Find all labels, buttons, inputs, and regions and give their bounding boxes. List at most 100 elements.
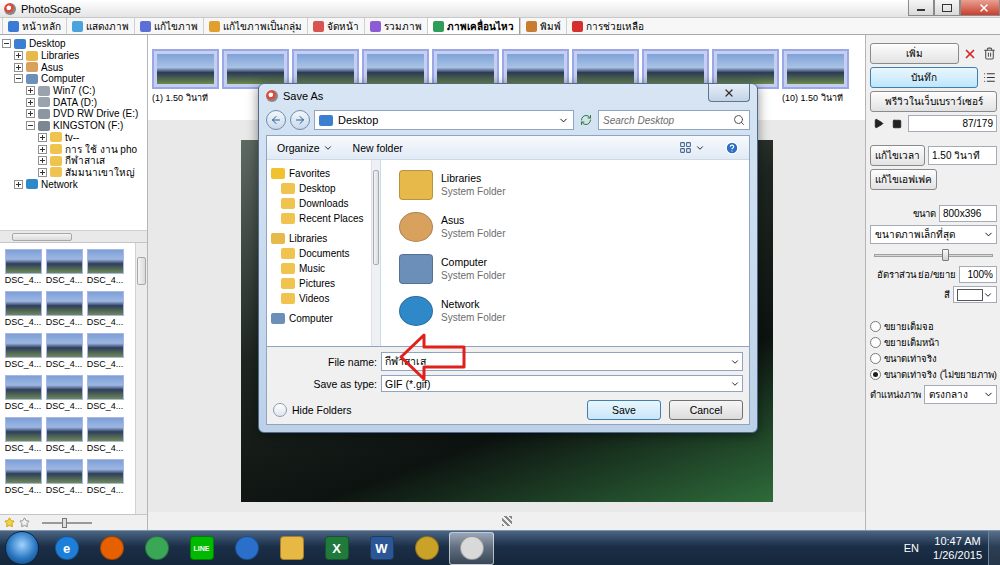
nav-header[interactable]: Computer <box>271 311 367 326</box>
nav-item[interactable]: Videos <box>271 291 367 306</box>
dialog-close-button[interactable] <box>708 84 750 102</box>
frame[interactable]: (10) 1.50 วินาที <box>782 49 849 120</box>
nav-item[interactable]: Pictures <box>271 276 367 291</box>
taskbar-app[interactable] <box>89 532 134 565</box>
tab[interactable]: ภาพเคลื่อนไหว <box>427 18 520 34</box>
start-button[interactable] <box>5 531 39 565</box>
thumbnail[interactable]: DSC_4... <box>45 249 83 286</box>
frame[interactable]: (1) 1.50 วินาที <box>152 49 219 120</box>
nav-item[interactable]: Documents <box>271 246 367 261</box>
search-field[interactable]: Search Desktop <box>598 110 750 130</box>
delete-button[interactable] <box>981 46 997 62</box>
tab[interactable]: แก้ไขภาพ <box>134 18 203 34</box>
thumbnail[interactable]: DSC_4... <box>45 417 83 454</box>
time-field[interactable]: 1.50 วินาที <box>928 146 997 165</box>
thumbnail[interactable]: DSC_4... <box>4 249 42 286</box>
position-select[interactable]: ตรงกลาง <box>924 385 997 404</box>
vertical-scrollbar[interactable] <box>135 243 147 514</box>
clock[interactable]: 10:47 AM1/26/2015 <box>933 534 982 562</box>
nav-scrollbar[interactable] <box>371 160 381 346</box>
expander-icon[interactable] <box>26 98 35 107</box>
expander-icon[interactable] <box>14 51 23 60</box>
tree-item[interactable]: tv-- <box>2 132 145 144</box>
color-picker[interactable] <box>953 286 997 303</box>
nav-item[interactable]: Music <box>271 261 367 276</box>
expander-icon[interactable] <box>26 121 35 130</box>
tree-item[interactable]: DVD RW Drive (E:) <box>2 108 145 120</box>
thumbnail[interactable]: DSC_4... <box>86 459 124 496</box>
grip-icon[interactable] <box>502 516 512 526</box>
add-button[interactable]: เพิ่ม <box>870 43 959 64</box>
tree-item[interactable]: Libraries <box>2 50 145 62</box>
thumbnail[interactable]: DSC_4... <box>86 417 124 454</box>
expander-icon[interactable] <box>26 86 35 95</box>
organize-menu[interactable]: Organize <box>277 142 333 154</box>
nav-header[interactable]: Favorites <box>271 166 367 181</box>
dialog-button[interactable]: Save <box>587 400 661 420</box>
scroll-thumb[interactable] <box>137 257 146 285</box>
expander-icon[interactable] <box>14 63 23 72</box>
tab[interactable]: การช่วยเหลือ <box>566 18 649 34</box>
tree-item[interactable]: DATA (D:) <box>2 96 145 108</box>
thumbnail[interactable]: DSC_4... <box>4 291 42 328</box>
size-mode-select[interactable]: ขนาดภาพเล็กที่สุด <box>870 225 997 244</box>
tree-item[interactable]: KINGSTON (F:) <box>2 120 145 132</box>
taskbar-app[interactable]: W <box>359 532 404 565</box>
taskbar-app[interactable]: LINE <box>179 532 224 565</box>
radio-option[interactable]: ขยายเต็มจอ <box>870 318 997 334</box>
thumbnail[interactable]: DSC_4... <box>45 333 83 370</box>
radio-option[interactable]: ขยายเต็มหน้า <box>870 334 997 350</box>
tree-item[interactable]: การ ใช้ งาน pho <box>2 143 145 155</box>
expander-icon[interactable] <box>26 109 35 118</box>
edit-effect-button[interactable]: แก้ไขเอฟเฟค <box>870 169 937 190</box>
language-indicator[interactable]: EN <box>904 542 919 554</box>
stop-button[interactable] <box>889 116 905 132</box>
expander-icon[interactable] <box>38 133 47 142</box>
tab[interactable]: แสดงภาพ <box>66 18 134 34</box>
tab[interactable]: หน้าหลัก <box>2 18 66 34</box>
taskbar-app[interactable] <box>404 532 449 565</box>
slider-knob[interactable] <box>62 518 67 528</box>
tree-item[interactable]: สัมมนาเขาใหญ่ <box>2 167 145 179</box>
address-bar[interactable]: Desktop <box>314 110 574 130</box>
thumbnail[interactable]: DSC_4... <box>45 459 83 496</box>
expander-icon[interactable] <box>2 39 11 48</box>
forward-button[interactable] <box>290 110 310 130</box>
scroll-thumb[interactable] <box>12 233 72 241</box>
tree-item[interactable]: Computer <box>2 73 145 85</box>
expander-icon[interactable] <box>38 156 47 165</box>
expander-icon[interactable] <box>14 74 23 83</box>
preview-browser-button[interactable]: พรีวิวในเว็บเบราว์เซอร์ <box>870 91 997 112</box>
scroll-thumb[interactable] <box>373 170 379 265</box>
tree-item[interactable]: กีฬาสาเส <box>2 155 145 167</box>
horizontal-scrollbar[interactable] <box>0 230 147 242</box>
radio-icon[interactable] <box>870 369 881 380</box>
thumbnail[interactable]: DSC_4... <box>45 291 83 328</box>
tab[interactable]: พิมพ์ <box>520 18 566 34</box>
thumbnail[interactable]: DSC_4... <box>86 375 124 412</box>
thumbnail[interactable]: DSC_4... <box>4 417 42 454</box>
nav-item[interactable]: Downloads <box>271 196 367 211</box>
expander-icon[interactable] <box>38 168 47 177</box>
tree-item[interactable]: Win7 (C:) <box>2 85 145 97</box>
maximize-icon[interactable] <box>934 0 960 16</box>
tree-item[interactable]: Desktop <box>2 38 145 50</box>
list-button[interactable] <box>981 70 997 86</box>
radio-option[interactable]: ขนาดเท่าจริง <box>870 350 997 366</box>
radio-option[interactable]: ขนาดเท่าจริง (ไม่ขยายภาพ) <box>870 366 997 382</box>
minimize-icon[interactable] <box>908 0 934 16</box>
hide-folders-button[interactable]: Hide Folders <box>273 403 352 417</box>
tab[interactable]: จัดหน้า <box>307 18 364 34</box>
file-item[interactable]: LibrariesSystem Folder <box>399 166 731 203</box>
remove-button[interactable] <box>962 46 978 62</box>
expander-icon[interactable] <box>14 180 23 189</box>
nav-item[interactable]: Recent Places <box>271 211 367 226</box>
taskbar-app[interactable] <box>224 532 269 565</box>
play-button[interactable] <box>870 116 886 132</box>
thumbnail[interactable]: DSC_4... <box>4 375 42 412</box>
taskbar-app[interactable] <box>134 532 179 565</box>
thumbnail[interactable]: DSC_4... <box>45 375 83 412</box>
zoom-slider[interactable] <box>42 522 92 524</box>
taskbar-app[interactable] <box>269 532 314 565</box>
thumbnail[interactable]: DSC_4... <box>4 333 42 370</box>
